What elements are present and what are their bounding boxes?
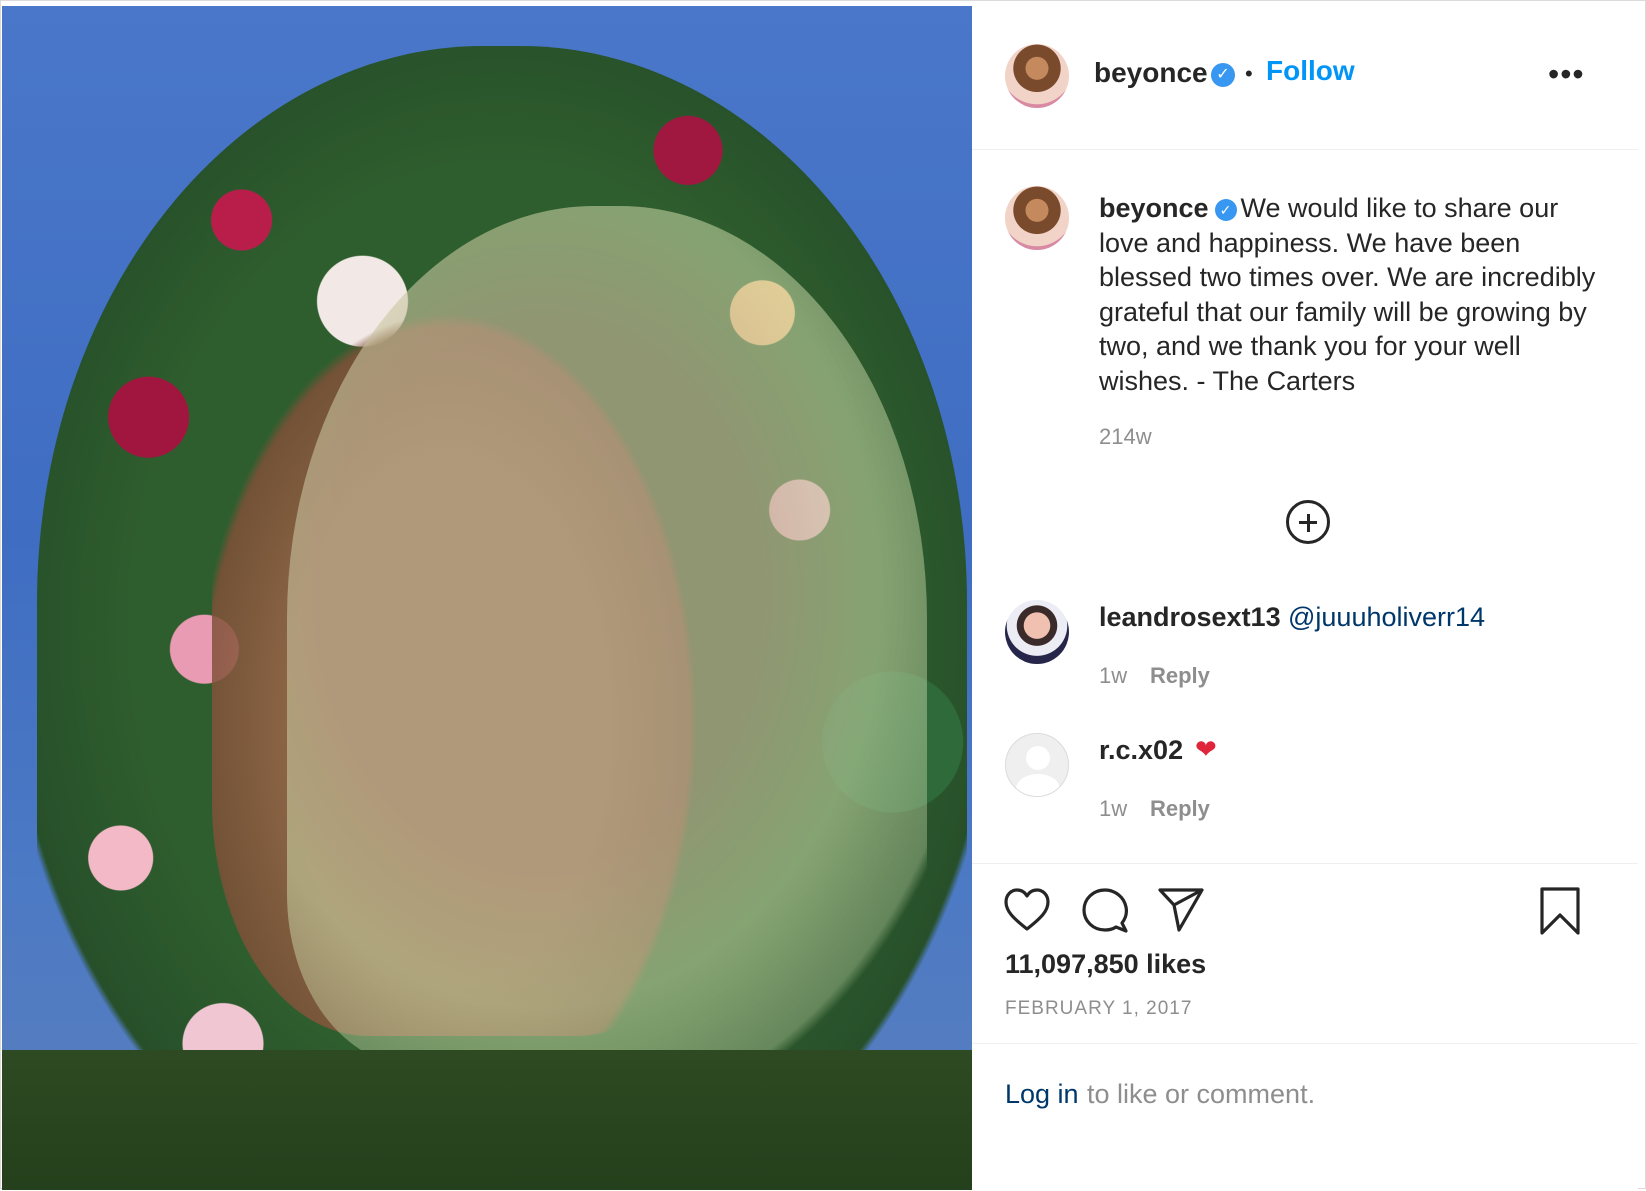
comment-username[interactable]: r.c.x02 bbox=[1099, 735, 1183, 766]
comment-age[interactable]: 1w bbox=[1099, 663, 1127, 689]
more-options-icon[interactable]: ••• bbox=[1548, 56, 1585, 93]
likes-count[interactable]: 11,097,850 likes bbox=[1005, 949, 1206, 980]
like-heart-icon[interactable] bbox=[1003, 887, 1051, 933]
login-prompt-text: to like or comment. bbox=[1087, 1079, 1316, 1109]
load-more-comments-icon[interactable] bbox=[1286, 500, 1330, 544]
caption-body: We would like to share our love and happ… bbox=[1099, 193, 1596, 396]
verified-badge-icon: ✓ bbox=[1214, 199, 1237, 221]
header-separator: • bbox=[1245, 61, 1253, 86]
share-paper-plane-icon[interactable] bbox=[1157, 887, 1205, 933]
post-date[interactable]: FEBRUARY 1, 2017 bbox=[1005, 998, 1192, 1020]
veil-graphic bbox=[287, 206, 927, 1066]
commenter-avatar-placeholder[interactable] bbox=[1005, 733, 1069, 797]
caption-username[interactable]: beyonce bbox=[1099, 193, 1209, 223]
login-prompt-section bbox=[972, 1043, 1638, 1191]
comment-username[interactable]: leandrosext13 bbox=[1099, 602, 1281, 633]
verified-badge-icon: ✓ bbox=[1211, 63, 1235, 87]
follow-button[interactable]: Follow bbox=[1266, 55, 1355, 87]
author-avatar[interactable] bbox=[1005, 44, 1069, 108]
caption-age[interactable]: 214w bbox=[1099, 424, 1152, 450]
comment-mention-link[interactable]: @juuuholiverr14 bbox=[1288, 602, 1485, 633]
author-username[interactable]: beyonce bbox=[1094, 57, 1208, 89]
post-caption: beyonce ✓ We would like to share our love … bbox=[1099, 191, 1599, 398]
reply-button[interactable]: Reply bbox=[1150, 796, 1210, 822]
post-photo[interactable] bbox=[2, 6, 972, 1190]
red-heart-emoji: ❤ bbox=[1195, 734, 1217, 764]
ground-foliage-graphic bbox=[2, 1050, 972, 1190]
login-link[interactable]: Log in bbox=[1005, 1079, 1079, 1110]
comment-age[interactable]: 1w bbox=[1099, 796, 1127, 822]
caption-author-avatar[interactable] bbox=[1005, 186, 1069, 250]
commenter-avatar[interactable] bbox=[1005, 600, 1069, 664]
comment-bubble-icon[interactable] bbox=[1081, 887, 1129, 935]
instagram-post: beyonce ✓ • Follow ••• beyonce ✓ We would … bbox=[0, 0, 1646, 1190]
post-header: beyonce ✓ • Follow ••• bbox=[972, 6, 1638, 150]
reply-button[interactable]: Reply bbox=[1150, 663, 1210, 689]
save-bookmark-icon[interactable] bbox=[1539, 886, 1581, 936]
post-side-panel: beyonce ✓ • Follow ••• beyonce ✓ We would … bbox=[972, 6, 1638, 1190]
